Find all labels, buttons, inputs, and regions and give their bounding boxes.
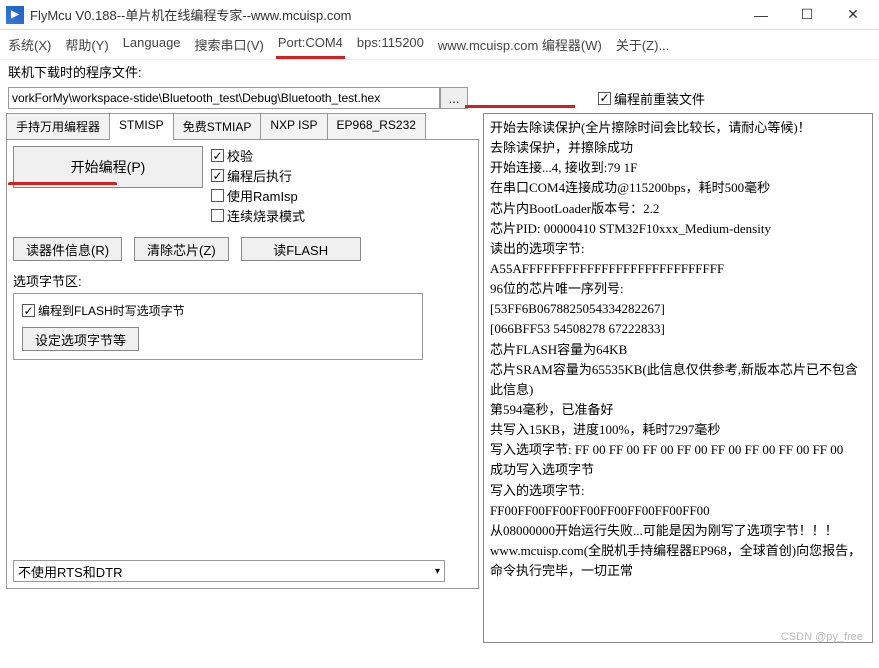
use-ramisp-checkbox[interactable]: 使用RamIsp	[211, 186, 305, 205]
write-option-bytes-checkbox[interactable]: ✓编程到FLASH时写选项字节	[22, 302, 414, 319]
chevron-down-icon: ▾	[435, 566, 440, 577]
log-line: FF00FF00FF00FF00FF00FF00FF00FF00	[490, 501, 866, 521]
set-option-bytes-button[interactable]: 设定选项字节等	[22, 327, 139, 351]
log-line: 去除读保护，并擦除成功	[490, 138, 866, 158]
dtr-rts-value: 不使用RTS和DTR	[18, 562, 122, 581]
tab-stmiap[interactable]: 免费STMIAP	[173, 113, 262, 139]
log-line: 写入的选项字节:	[490, 481, 866, 501]
continuous-checkbox[interactable]: 连续烧录模式	[211, 206, 305, 225]
watermark: CSDN @py_free	[781, 631, 863, 643]
verify-checkbox[interactable]: ✓校验	[211, 146, 305, 165]
run-after-checkbox[interactable]: ✓编程后执行	[211, 166, 305, 185]
log-line: 开始连接...4, 接收到:79 1F	[490, 158, 866, 178]
checkmark-icon: ✓	[211, 149, 224, 162]
menu-help[interactable]: 帮助(Y)	[65, 35, 108, 54]
log-line: A55AFFFFFFFFFFFFFFFFFFFFFFFFFFFF	[490, 259, 866, 279]
log-line: 芯片FLASH容量为64KB	[490, 340, 866, 360]
log-line: 芯片SRAM容量为65535KB(此信息仅供参考,新版本芯片已不包含此信息)	[490, 360, 866, 400]
browse-button[interactable]: ...	[440, 87, 468, 109]
log-line: 共写入15KB，进度100%，耗时7297毫秒	[490, 420, 866, 440]
menu-system[interactable]: 系统(X)	[8, 35, 51, 54]
log-line: 成功写入选项字节	[490, 460, 866, 480]
erase-chip-button[interactable]: 清除芯片(Z)	[134, 237, 229, 261]
log-line: [066BFF53 54508278 67222833]	[490, 319, 866, 339]
checkmark-icon: ✓	[598, 92, 611, 105]
log-line: 芯片PID: 00000410 STM32F10xxx_Medium-densi…	[490, 219, 866, 239]
tab-nxpisp[interactable]: NXP ISP	[260, 113, 327, 139]
log-line: 从08000000开始运行失败...可能是因为刚写了选项字节！！！	[490, 521, 866, 541]
app-logo-icon: ▶	[6, 6, 24, 24]
menu-language[interactable]: Language	[123, 35, 181, 54]
close-button[interactable]: ✕	[839, 4, 867, 26]
tab-ep968[interactable]: EP968_RS232	[327, 113, 426, 139]
tab-stmisp[interactable]: STMISP	[109, 113, 174, 139]
maximize-button[interactable]: ☐	[793, 4, 821, 26]
file-label: 联机下载时的程序文件:	[0, 60, 879, 85]
window-title: FlyMcu V0.188--单片机在线编程专家--www.mcuisp.com	[30, 5, 747, 24]
minimize-button[interactable]: —	[747, 4, 775, 26]
log-line: 芯片内BootLoader版本号：2.2	[490, 199, 866, 219]
menu-about[interactable]: 关于(Z)...	[616, 35, 669, 54]
dtr-rts-select[interactable]: 不使用RTS和DTR ▾	[13, 560, 445, 582]
log-line: 在串口COM4连接成功@115200bps，耗时500毫秒	[490, 178, 866, 198]
log-line: 96位的芯片唯一序列号:	[490, 279, 866, 299]
log-line: 第594毫秒，已准备好	[490, 400, 866, 420]
checkmark-icon: ✓	[211, 169, 224, 182]
log-line: 开始去除读保护(全片擦除时间会比较长，请耐心等候)！	[490, 118, 866, 138]
log-output[interactable]: 开始去除读保护(全片擦除时间会比较长，请耐心等候)！ 去除读保护，并擦除成功 开…	[483, 113, 873, 643]
checkmark-icon: ✓	[22, 304, 35, 317]
read-flash-button[interactable]: 读FLASH	[241, 237, 361, 261]
log-line: 读出的选项字节:	[490, 239, 866, 259]
read-device-info-button[interactable]: 读器件信息(R)	[13, 237, 122, 261]
firmware-path-input[interactable]	[8, 87, 440, 109]
reinstall-label: 编程前重装文件	[614, 89, 705, 108]
reinstall-checkbox[interactable]: ✓ 编程前重装文件	[598, 89, 705, 108]
menu-programmer[interactable]: www.mcuisp.com 编程器(W)	[438, 35, 602, 54]
tab-handheld[interactable]: 手持万用编程器	[6, 113, 110, 139]
log-line: www.mcuisp.com(全脱机手持编程器EP968，全球首创)向您报告，命…	[490, 541, 866, 581]
menu-search-port[interactable]: 搜索串口(V)	[195, 35, 264, 54]
menu-port[interactable]: Port:COM4	[278, 35, 343, 54]
option-bytes-label: 选项字节区:	[13, 271, 472, 290]
start-program-button[interactable]: 开始编程(P)	[13, 146, 203, 188]
log-line: [53FF6B0678825054334282267]	[490, 299, 866, 319]
log-line: 写入选项字节: FF 00 FF 00 FF 00 FF 00 FF 00 FF…	[490, 440, 866, 460]
menu-bps[interactable]: bps:115200	[357, 35, 424, 54]
